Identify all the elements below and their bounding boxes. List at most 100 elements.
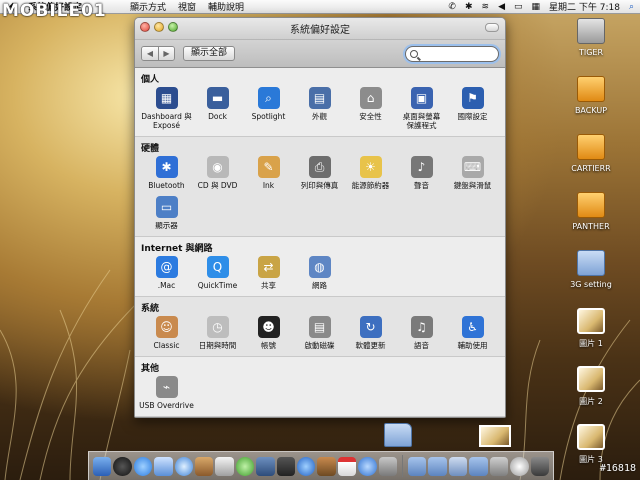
pref-pane-dock[interactable]: ▬ Dock <box>192 83 243 130</box>
dock-ichat-icon[interactable] <box>174 456 194 476</box>
toolbar-toggle-button[interactable] <box>485 23 499 32</box>
desktop-item[interactable]: 圖片 1 <box>561 308 621 349</box>
dock-iphoto-icon[interactable] <box>256 456 275 476</box>
dock-sysprefs-icon[interactable] <box>358 456 377 476</box>
pref-pane-accounts[interactable]: ☻ 帳號 <box>243 312 294 350</box>
spotlight-menu-icon[interactable]: ⌕ <box>629 2 634 12</box>
pref-pane-appearance[interactable]: ▤ 外觀 <box>294 83 345 130</box>
pref-pane-speech[interactable]: ♫ 語音 <box>396 312 447 350</box>
pref-pane-energy-saver[interactable]: ☀ 能源節約器 <box>345 152 396 190</box>
sharing-icon: ⇄ <box>257 256 280 278</box>
dock-itunes-icon[interactable] <box>235 456 255 476</box>
window-title: 系統偏好設定 <box>290 25 350 36</box>
displays-icon: ▭ <box>155 196 178 218</box>
desktop-item[interactable]: CARTIERR <box>561 134 621 173</box>
pref-pane-date-time[interactable]: ◷ 日期與時間 <box>192 312 243 350</box>
forward-button[interactable]: ▶ <box>158 47 174 60</box>
dock-app2-icon[interactable] <box>510 456 529 476</box>
pref-pane-security[interactable]: ⌂ 安全性 <box>345 83 396 130</box>
dock-quicktime-icon[interactable] <box>297 456 316 476</box>
menu-view[interactable]: 顯示方式 <box>130 0 166 13</box>
bluetooth-icon: ✱ <box>155 156 178 178</box>
desktop-item[interactable]: 圖片 3 <box>561 424 621 465</box>
search-field[interactable] <box>405 46 499 62</box>
dock-ical-icon[interactable] <box>337 456 357 476</box>
wifi-icon[interactable]: ≋ <box>482 2 490 12</box>
back-button[interactable]: ◀ <box>142 47 158 60</box>
pref-pane-dotmac[interactable]: @ .Mac <box>141 252 192 290</box>
dock-app-icon[interactable] <box>215 456 234 476</box>
photo-icon <box>577 308 605 334</box>
window-toolbar: ◀ ▶ 顯示全部 <box>135 40 505 68</box>
pref-pane-label: 軟體更新 <box>355 341 386 350</box>
dock-folder-icon[interactable] <box>408 456 427 476</box>
pref-pane-keyboard-mouse[interactable]: ⌨ 鍵盤與滑鼠 <box>447 152 498 190</box>
section-2: Internet 與網路 @ .Mac Q QuickTime ⇄ 共享 ◍ 網路 <box>135 237 505 297</box>
pref-pane-print-fax[interactable]: ⎙ 列印與傳真 <box>294 152 345 190</box>
pref-pane-startup-disk[interactable]: ▤ 啟動磁碟 <box>294 312 345 350</box>
pref-pane-international[interactable]: ⚑ 國際設定 <box>447 83 498 130</box>
pref-pane-universal-access[interactable]: ♿ 輔助使用 <box>447 312 498 350</box>
pref-pane-sharing[interactable]: ⇄ 共享 <box>243 252 294 290</box>
print-fax-icon: ⎙ <box>308 156 331 178</box>
bluetooth-menu-icon[interactable]: ✱ <box>465 2 473 12</box>
dock-downloads-icon[interactable] <box>448 456 468 476</box>
flag-icon[interactable]: ▦ <box>532 2 541 12</box>
dock-imovie-icon[interactable] <box>276 456 296 476</box>
phone-icon[interactable]: ✆ <box>448 2 456 12</box>
pref-pane-sound[interactable]: ♪ 聲音 <box>396 152 447 190</box>
dock-dashboard-icon[interactable] <box>113 456 132 476</box>
window-titlebar: 系統偏好設定 <box>135 18 505 40</box>
pref-pane-label: 安全性 <box>359 112 382 121</box>
volume-icon[interactable]: ◀ <box>498 2 505 12</box>
pref-pane-network[interactable]: ◍ 網路 <box>294 252 345 290</box>
minimize-button[interactable] <box>154 22 164 32</box>
pref-pane-usb-overdrive[interactable]: ⌁ USB Overdrive <box>139 372 194 410</box>
dock-documents-icon[interactable] <box>428 456 447 476</box>
battery-icon[interactable]: ▭ <box>514 2 523 12</box>
desktop-item[interactable]: 3G setting <box>561 250 621 289</box>
pref-pane-label: 共享 <box>261 281 276 290</box>
desktop-item[interactable]: PANTHER <box>561 192 621 231</box>
dock-applications-icon[interactable] <box>469 456 488 476</box>
dock-mail-icon[interactable] <box>154 456 173 476</box>
dock-safari-icon[interactable] <box>133 456 153 476</box>
pref-pane-software-update[interactable]: ↻ 軟體更新 <box>345 312 396 350</box>
clock-text[interactable]: 星期二 下午 7:18 <box>549 0 620 13</box>
zoom-button[interactable] <box>168 22 178 32</box>
universal-access-icon: ♿ <box>461 316 484 338</box>
pref-pane-label: 啟動磁碟 <box>304 341 335 350</box>
pref-pane-label: QuickTime <box>197 281 238 290</box>
close-button[interactable] <box>140 22 150 32</box>
desktop-item[interactable]: 圖片 2 <box>561 366 621 407</box>
dock-addressbook-icon[interactable] <box>195 456 214 476</box>
dragged-folder-icon[interactable] <box>384 423 412 447</box>
spotlight-icon: ⌕ <box>257 87 280 109</box>
orange-icon <box>577 134 605 160</box>
dashboard-expose-icon: ▦ <box>155 87 178 109</box>
pref-pane-spotlight[interactable]: ⌕ Spotlight <box>243 83 294 130</box>
dock-window-icon[interactable] <box>489 456 509 476</box>
cd-dvd-icon: ◉ <box>206 156 229 178</box>
pref-pane-dashboard-expose[interactable]: ▦ Dashboard 與 Exposé <box>141 83 192 130</box>
desktop-item[interactable]: TIGER <box>561 18 621 57</box>
pref-pane-desktop-screensaver[interactable]: ▣ 桌面與螢幕 保護程式 <box>396 83 447 130</box>
pref-pane-cd-dvd[interactable]: ◉ CD 與 DVD <box>192 152 243 190</box>
usb-overdrive-icon: ⌁ <box>155 376 178 398</box>
dragged-photo-icon[interactable] <box>479 425 511 447</box>
dock-garageband-icon[interactable] <box>317 456 336 476</box>
pref-pane-quicktime[interactable]: Q QuickTime <box>192 252 243 290</box>
desktop-item[interactable]: BACKUP <box>561 76 621 115</box>
pref-pane-displays[interactable]: ▭ 顯示器 <box>141 192 192 230</box>
pref-pane-bluetooth[interactable]: ✱ Bluetooth <box>141 152 192 190</box>
menu-help[interactable]: 輔助說明 <box>208 0 244 13</box>
dock-finder-icon[interactable] <box>93 456 112 476</box>
pref-pane-label: Bluetooth <box>148 181 185 190</box>
trash-icon[interactable] <box>530 456 549 476</box>
menu-window[interactable]: 視窗 <box>178 0 196 13</box>
pref-pane-classic[interactable]: ☺ Classic <box>141 312 192 350</box>
search-input[interactable] <box>421 49 493 59</box>
show-all-button[interactable]: 顯示全部 <box>183 46 236 61</box>
pref-pane-ink[interactable]: ✎ Ink <box>243 152 294 190</box>
dock-apple-icon[interactable] <box>378 456 398 476</box>
